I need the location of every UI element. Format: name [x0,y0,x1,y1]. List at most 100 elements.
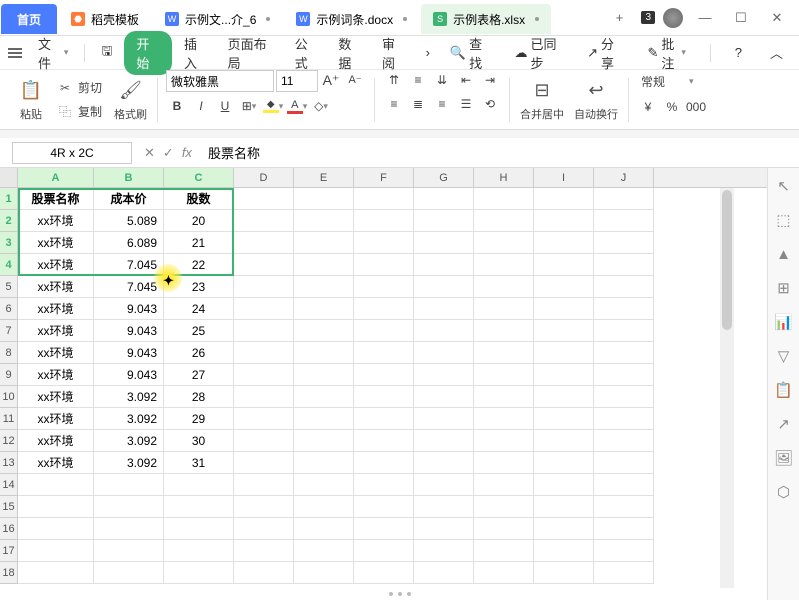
cell[interactable]: 3.092 [94,452,164,474]
cell[interactable] [474,430,534,452]
comma-button[interactable]: 000 [685,97,707,117]
cell[interactable] [594,276,654,298]
row-header[interactable]: 12 [0,430,18,452]
clipboard-icon[interactable]: 📋 [774,380,794,400]
cell[interactable] [594,320,654,342]
col-header-J[interactable]: J [594,168,654,187]
orientation-button[interactable]: ⟲ [479,94,501,114]
cell[interactable] [534,540,594,562]
cell[interactable] [294,254,354,276]
cell[interactable] [594,496,654,518]
merge-center-button[interactable]: ⊟ 合并居中 [518,76,566,124]
cell[interactable] [354,254,414,276]
cell[interactable]: 26 [164,342,234,364]
col-header-C[interactable]: C [164,168,234,187]
cell[interactable] [94,540,164,562]
cell[interactable]: xx环境 [18,408,94,430]
indent-decrease-button[interactable]: ⇤ [455,70,477,90]
cell[interactable] [234,210,294,232]
cell[interactable] [534,386,594,408]
cell[interactable]: xx环境 [18,210,94,232]
cell[interactable] [414,232,474,254]
cell[interactable]: xx环境 [18,386,94,408]
cell[interactable] [474,452,534,474]
cell[interactable] [534,298,594,320]
security-icon[interactable]: ⬡ [774,482,794,502]
cell[interactable] [234,320,294,342]
sheet-grid[interactable]: A B C D E F G H I J 1股票名称成本价股数2xx环境5.089… [0,168,767,600]
cell[interactable] [414,452,474,474]
cell[interactable] [534,518,594,540]
fx-icon[interactable]: fx [182,145,192,161]
cell[interactable] [474,474,534,496]
cell[interactable] [234,298,294,320]
decrease-font-button[interactable]: A⁻ [344,70,366,90]
cell[interactable] [354,408,414,430]
cell[interactable]: 9.043 [94,342,164,364]
col-header-G[interactable]: G [414,168,474,187]
cursor-icon[interactable]: ↖ [774,176,794,196]
cell[interactable] [94,562,164,584]
formula-input[interactable] [204,142,799,164]
cell[interactable] [414,518,474,540]
cell[interactable] [234,496,294,518]
cell[interactable] [294,298,354,320]
cell[interactable] [354,232,414,254]
number-format-select[interactable]: 常规 ▾ [637,70,698,93]
bold-button[interactable]: B [166,96,188,116]
cell[interactable] [594,254,654,276]
copy-button[interactable]: ⿻复制 [52,100,106,124]
cell[interactable] [474,254,534,276]
clear-format-button[interactable]: ◇▾ [310,96,332,116]
cell[interactable] [294,320,354,342]
cell[interactable] [354,386,414,408]
indent-increase-button[interactable]: ⇥ [479,70,501,90]
menu-layout[interactable]: 页面布局 [220,30,283,76]
cell[interactable] [294,518,354,540]
cell[interactable]: 28 [164,386,234,408]
cell[interactable] [534,474,594,496]
cell[interactable] [354,364,414,386]
col-header-H[interactable]: H [474,168,534,187]
menu-annotate[interactable]: ✎批注▾ [639,30,693,76]
cell[interactable] [474,320,534,342]
cell[interactable] [354,320,414,342]
cell[interactable] [534,408,594,430]
menu-insert[interactable]: 插入 [176,30,216,76]
row-header[interactable]: 15 [0,496,18,518]
cell[interactable] [294,386,354,408]
vertical-scrollbar[interactable] [720,188,734,588]
cell[interactable] [234,518,294,540]
align-right-button[interactable]: ≡ [431,94,453,114]
cell[interactable] [414,342,474,364]
align-bottom-button[interactable]: ⇊ [431,70,453,90]
wrap-text-button[interactable]: ↩ 自动换行 [572,76,620,124]
cell[interactable]: 21 [164,232,234,254]
cell[interactable] [234,364,294,386]
cell[interactable] [534,254,594,276]
cell[interactable]: 22 [164,254,234,276]
cell[interactable] [354,562,414,584]
cell[interactable] [354,452,414,474]
cell[interactable] [294,188,354,210]
cell[interactable] [164,518,234,540]
cell[interactable] [354,210,414,232]
cell[interactable] [234,562,294,584]
cell[interactable] [414,276,474,298]
percent-button[interactable]: % [661,97,683,117]
cell[interactable] [594,386,654,408]
cell[interactable] [294,210,354,232]
cell[interactable] [94,474,164,496]
cell[interactable]: xx环境 [18,430,94,452]
cell[interactable] [18,540,94,562]
row-header[interactable]: 8 [0,342,18,364]
cell[interactable] [594,452,654,474]
cell[interactable] [534,342,594,364]
cell[interactable] [594,232,654,254]
format-painter-button[interactable]: 🖌 格式刷 [112,76,149,124]
cell-reference-box[interactable]: 4R x 2C [12,142,132,164]
cell[interactable] [414,386,474,408]
cell[interactable] [164,496,234,518]
cell[interactable]: xx环境 [18,320,94,342]
maximize-button[interactable]: ☐ [727,4,755,32]
